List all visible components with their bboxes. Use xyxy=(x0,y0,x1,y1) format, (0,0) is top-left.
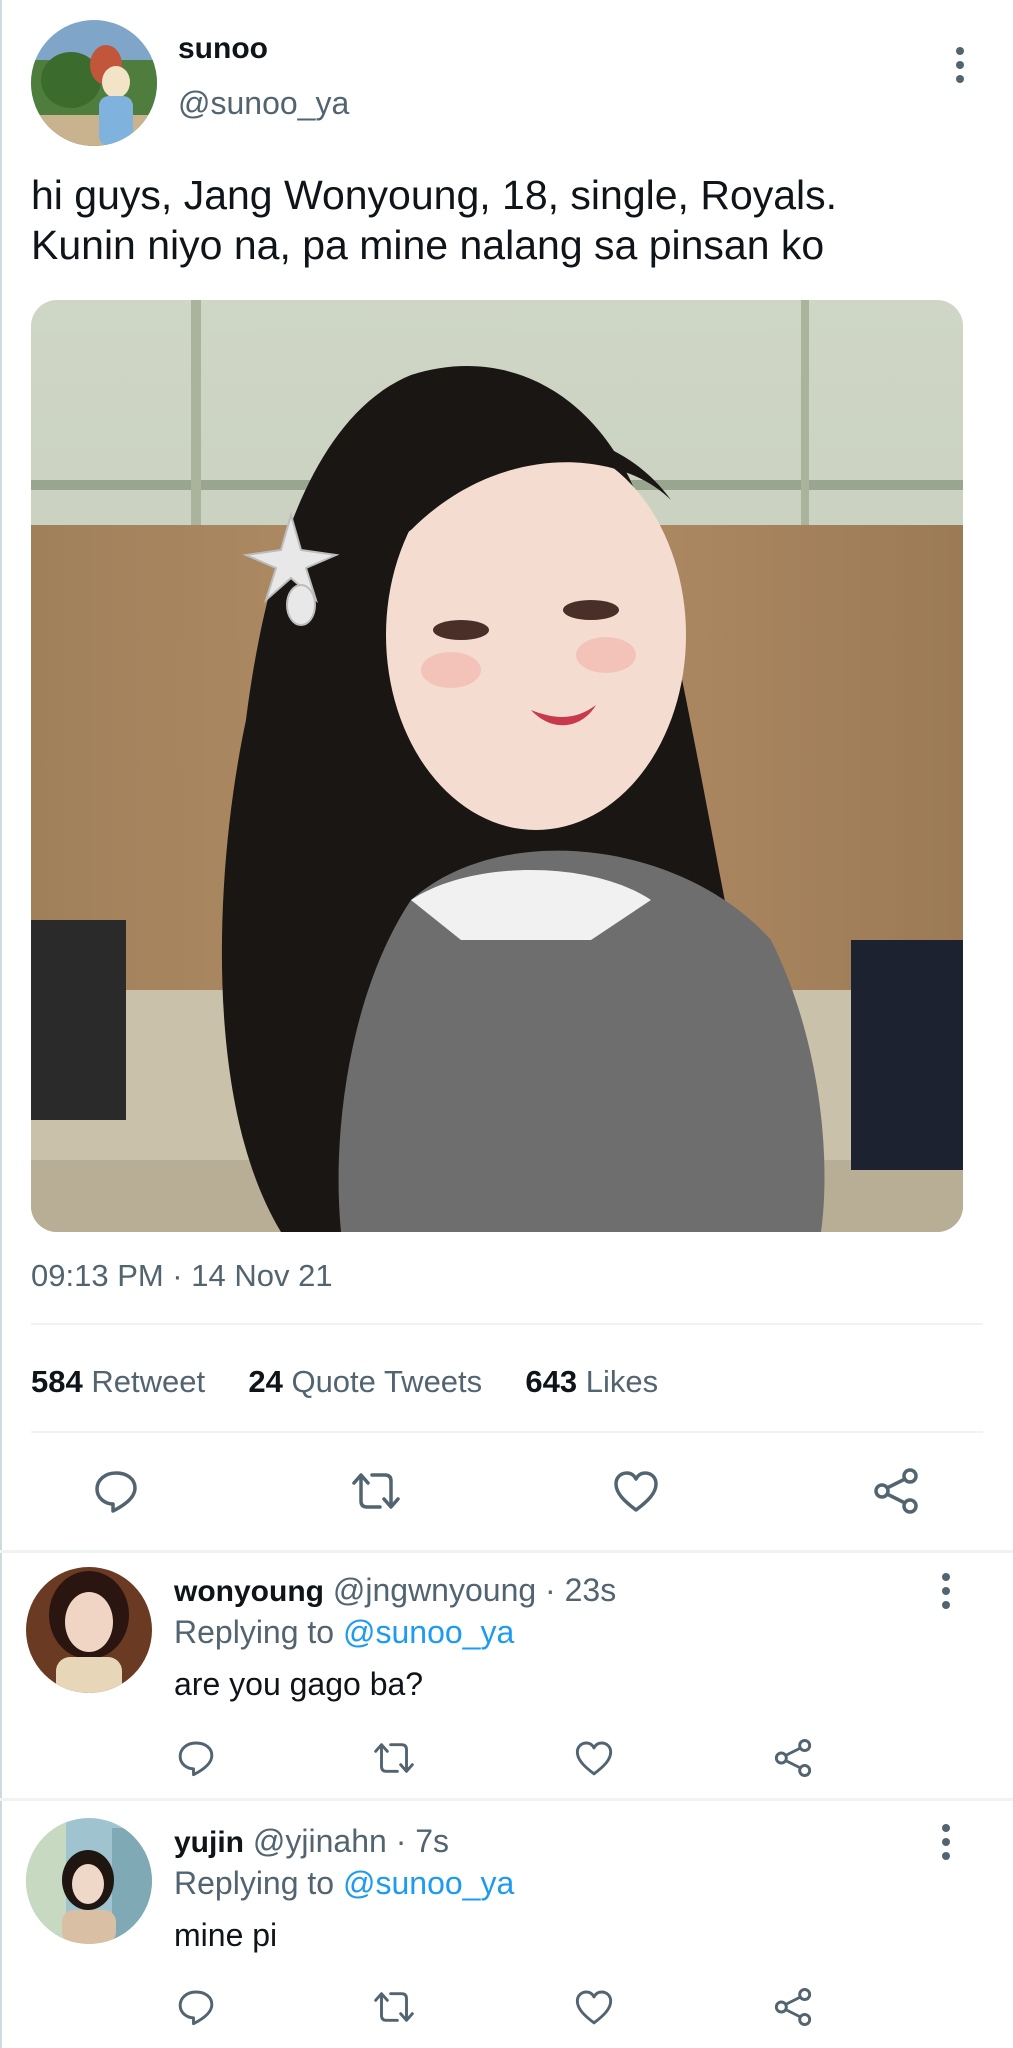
retweet-label: Retweet xyxy=(91,1364,206,1399)
replying-to-handle[interactable]: @sunoo_ya xyxy=(343,1865,514,1901)
likes-stat[interactable]: 643 Likes xyxy=(525,1364,658,1399)
likes-label: Likes xyxy=(585,1364,659,1399)
reply-time[interactable]: · 7s xyxy=(396,1823,449,1859)
reply-icon[interactable] xyxy=(176,1987,216,2027)
reply-text: are you gago ba? xyxy=(174,1666,424,1702)
tweet-photo[interactable] xyxy=(31,300,963,1232)
reply-author-name[interactable]: yujin xyxy=(174,1826,244,1859)
retweet-icon[interactable] xyxy=(372,1738,416,1778)
tweet-text-line-2: Kunin niyo na, pa mine nalang sa pinsan … xyxy=(31,222,825,268)
share-icon[interactable] xyxy=(773,1738,813,1778)
reply-avatar[interactable] xyxy=(26,1818,152,1944)
quote-label: Quote Tweets xyxy=(291,1364,483,1399)
reply-time[interactable]: · 23s xyxy=(545,1572,616,1608)
reply-author-handle[interactable]: @yjinahn xyxy=(253,1823,387,1859)
divider xyxy=(31,1323,983,1325)
retweet-icon[interactable] xyxy=(372,1987,416,2027)
divider xyxy=(31,1431,983,1433)
left-border xyxy=(0,0,2,2048)
like-icon[interactable] xyxy=(574,1738,614,1778)
retweet-icon[interactable] xyxy=(350,1467,402,1515)
author-avatar[interactable] xyxy=(31,20,157,146)
reply-author-name[interactable]: wonyoung xyxy=(174,1575,324,1608)
reply-header: wonyoung @jngwnyoung · 23s xyxy=(174,1572,616,1609)
replying-to-label: Replying to xyxy=(174,1865,335,1901)
more-icon[interactable] xyxy=(950,47,970,89)
reply-avatar[interactable] xyxy=(26,1567,152,1693)
reply-icon[interactable] xyxy=(176,1738,216,1778)
retweet-count: 584 xyxy=(31,1364,83,1399)
replying-to: Replying to @sunoo_ya xyxy=(174,1865,514,1902)
more-icon[interactable] xyxy=(936,1573,956,1615)
tweet-timestamp[interactable]: 09:13 PM · 14 Nov 21 xyxy=(31,1258,333,1294)
share-icon[interactable] xyxy=(773,1987,813,2027)
like-icon[interactable] xyxy=(574,1987,614,2027)
tweet-stats: 584 Retweet 24 Quote Tweets 643 Likes xyxy=(31,1364,658,1400)
reply-author-handle[interactable]: @jngwnyoung xyxy=(333,1572,536,1608)
tweet-text-line-1: hi guys, Jang Wonyoung, 18, single, Roya… xyxy=(31,172,838,218)
replying-to: Replying to @sunoo_ya xyxy=(174,1614,514,1651)
reply-icon[interactable] xyxy=(92,1467,140,1515)
reply-header: yujin @yjinahn · 7s xyxy=(174,1823,449,1860)
author-handle[interactable]: @sunoo_ya xyxy=(178,85,349,122)
replying-to-label: Replying to xyxy=(174,1614,335,1650)
replying-to-handle[interactable]: @sunoo_ya xyxy=(343,1614,514,1650)
retweet-stat[interactable]: 584 Retweet xyxy=(31,1364,214,1399)
author-name[interactable]: sunoo xyxy=(178,32,268,66)
like-icon[interactable] xyxy=(612,1467,660,1515)
section-divider xyxy=(0,1550,1013,1553)
quote-stat[interactable]: 24 Quote Tweets xyxy=(248,1364,490,1399)
likes-count: 643 xyxy=(525,1364,578,1399)
section-divider xyxy=(0,1798,1013,1801)
quote-count: 24 xyxy=(248,1364,283,1399)
reply-text: mine pi xyxy=(174,1917,278,1953)
more-icon[interactable] xyxy=(936,1824,956,1866)
share-icon[interactable] xyxy=(872,1467,920,1515)
